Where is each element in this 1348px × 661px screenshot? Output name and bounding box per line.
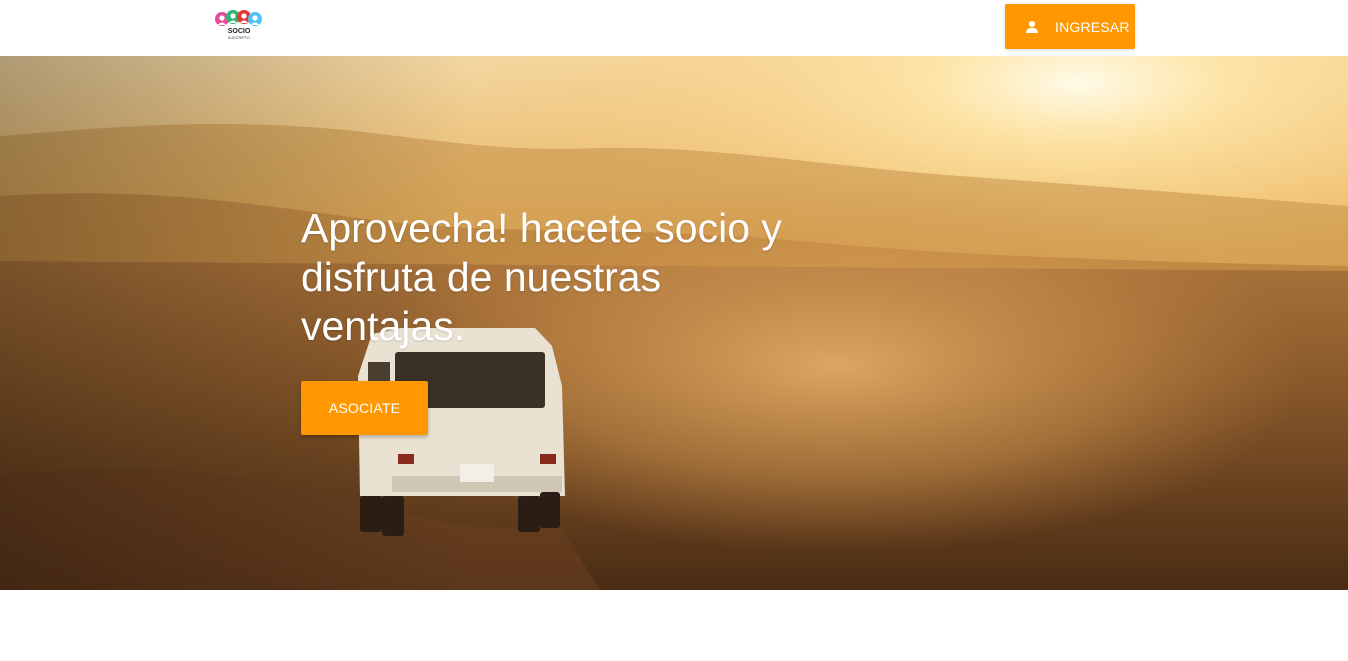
login-button[interactable]: INGRESAR <box>1005 4 1135 49</box>
top-navbar: SOCIO SUSCRIPTO INGRESAR <box>0 0 1348 56</box>
logo-people-icon <box>215 10 262 26</box>
logo-subtext: SUSCRIPTO <box>227 36 251 40</box>
person-icon <box>1023 18 1041 36</box>
hero-banner: Aprovecha! hacete socio y disfruta de nu… <box>0 56 1348 590</box>
hero-title: Aprovecha! hacete socio y disfruta de nu… <box>301 205 782 349</box>
brand-logo[interactable]: SOCIO SUSCRIPTO <box>213 10 265 46</box>
join-button[interactable]: ASOCIATE <box>301 381 428 435</box>
logo-text: SOCIO <box>227 28 251 35</box>
login-button-label: INGRESAR <box>1055 18 1130 35</box>
page-content-area <box>0 590 1348 661</box>
